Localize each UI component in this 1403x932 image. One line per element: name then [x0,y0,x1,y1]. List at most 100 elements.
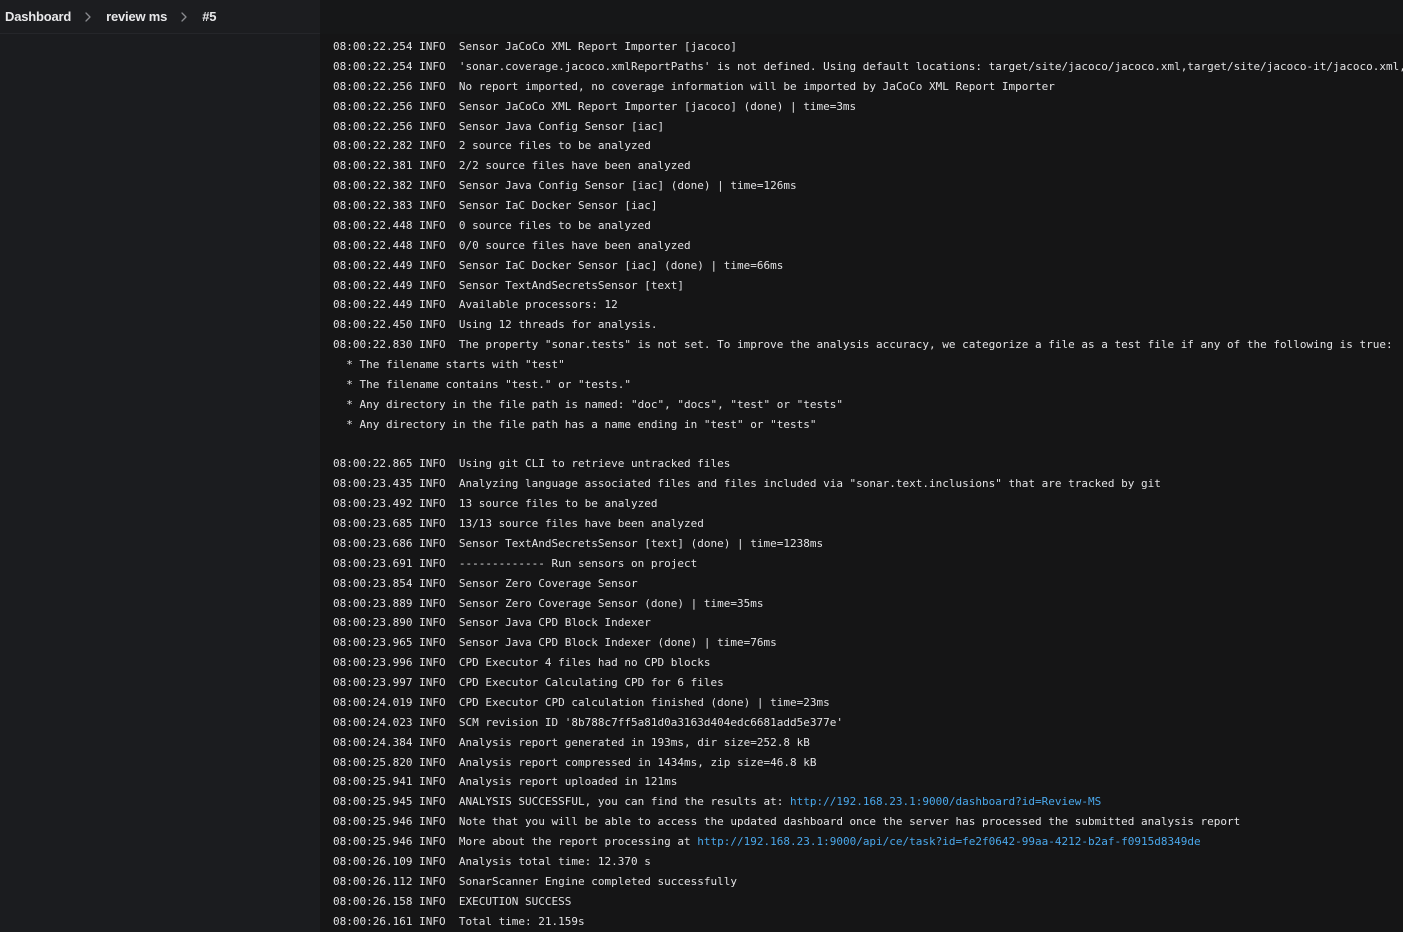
log-line: 08:00:23.854 INFO Sensor Zero Coverage S… [333,574,1403,594]
log-line: 08:00:22.448 INFO 0/0 source files have … [333,236,1403,256]
log-line-text: 08:00:22.449 INFO Sensor IaC Docker Sens… [333,258,784,272]
chevron-right-icon [82,11,94,23]
log-line-text: 08:00:25.945 INFO ANALYSIS SUCCESSFUL, y… [333,795,790,809]
log-line-text: 08:00:23.889 INFO Sensor Zero Coverage S… [333,596,764,610]
log-line: 08:00:24.023 INFO SCM revision ID '8b788… [333,713,1403,733]
log-line-text: 08:00:24.023 INFO SCM revision ID '8b788… [333,715,843,729]
log-line-text: 08:00:22.256 INFO No report imported, no… [333,79,1055,93]
log-line-text: 08:00:26.109 INFO Analysis total time: 1… [333,854,651,868]
log-line: 08:00:26.161 INFO Total time: 21.159s [333,912,1403,932]
log-line-text: * The filename starts with "test" [333,358,565,371]
log-line: * The filename contains "test." or "test… [333,375,1403,395]
log-line-text: 08:00:23.685 INFO 13/13 source files hav… [333,517,704,530]
log-line-text: 08:00:23.691 INFO ------------- Run sens… [333,556,698,570]
log-line: 08:00:23.691 INFO ------------- Run sens… [333,554,1403,574]
log-line-text: 08:00:22.448 INFO 0/0 source files have … [333,238,691,252]
log-line-text: 08:00:23.996 INFO CPD Executor 4 files h… [333,656,711,670]
log-line-text: * Any directory in the file path is name… [333,397,843,411]
log-link[interactable]: http://192.168.23.1:9000/api/ce/task?id=… [697,835,1200,848]
log-line-text: 08:00:26.112 INFO SonarScanner Engine co… [333,874,737,888]
log-line-text: 08:00:22.449 INFO Available processors: … [333,298,618,312]
log-line-text: * The filename contains "test." or "test… [333,377,632,391]
breadcrumb: Dashboard review ms #5 [0,0,320,34]
log-line-text: 08:00:22.256 INFO Sensor Java Config Sen… [333,119,665,133]
log-line-text: 08:00:22.254 INFO Sensor JaCoCo XML Repo… [333,40,737,53]
log-line-text: 08:00:22.382 INFO Sensor Java Config Sen… [333,179,797,193]
log-line: 08:00:22.382 INFO Sensor Java Config Sen… [333,176,1403,196]
log-line-text: 08:00:22.450 INFO Using 12 threads for a… [333,318,658,332]
log-line: 08:00:22.865 INFO Using git CLI to retri… [333,454,1403,474]
log-link[interactable]: http://192.168.23.1:9000/dashboard?id=Re… [790,795,1101,808]
log-line: 08:00:26.158 INFO EXECUTION SUCCESS [333,892,1403,912]
log-line: 08:00:22.449 INFO Sensor TextAndSecretsS… [333,276,1403,296]
log-line: 08:00:22.830 INFO The property "sonar.te… [333,335,1403,355]
log-line-text: 08:00:23.997 INFO CPD Executor Calculati… [333,676,724,689]
log-line-text: 08:00:23.890 INFO Sensor Java CPD Block … [333,616,651,630]
log-line: 08:00:22.256 INFO Sensor JaCoCo XML Repo… [333,97,1403,117]
log-line: 08:00:22.449 INFO Sensor IaC Docker Sens… [333,256,1403,276]
log-line: 08:00:22.449 INFO Available processors: … [333,295,1403,315]
log-line: 08:00:23.435 INFO Analyzing language ass… [333,474,1403,494]
log-line: 08:00:25.946 INFO More about the report … [333,832,1403,852]
breadcrumb-build[interactable]: #5 [202,9,216,24]
console-log: 08:00:22.254 INFO Sensor JaCoCo XML Repo… [333,37,1403,931]
log-line-text: 08:00:22.381 INFO 2/2 source files have … [333,159,691,173]
log-line: 08:00:26.112 INFO SonarScanner Engine co… [333,872,1403,892]
console-header [320,0,1403,34]
console-output: 08:00:22.254 INFO Sensor JaCoCo XML Repo… [320,0,1403,932]
log-line: 08:00:26.109 INFO Analysis total time: 1… [333,852,1403,872]
log-line: 08:00:22.254 INFO 'sonar.coverage.jacoco… [333,57,1403,77]
log-line: * The filename starts with "test" [333,355,1403,375]
log-line-text: 08:00:22.256 INFO Sensor JaCoCo XML Repo… [333,99,857,113]
log-line: 08:00:22.383 INFO Sensor IaC Docker Sens… [333,196,1403,216]
log-line: 08:00:25.941 INFO Analysis report upload… [333,772,1403,792]
log-line-text: 08:00:22.830 INFO The property "sonar.te… [333,338,1393,352]
log-line: 08:00:23.996 INFO CPD Executor 4 files h… [333,653,1403,673]
log-line: 08:00:23.492 INFO 13 source files to be … [333,494,1403,514]
breadcrumb-dashboard[interactable]: Dashboard [5,9,71,24]
chevron-right-icon [178,11,190,23]
log-line-text: 08:00:25.941 INFO Analysis report upload… [333,775,678,789]
log-line: 08:00:23.890 INFO Sensor Java CPD Block … [333,613,1403,633]
log-line: 08:00:24.384 INFO Analysis report genera… [333,733,1403,753]
log-line: 08:00:22.256 INFO No report imported, no… [333,77,1403,97]
log-line-text: 08:00:26.158 INFO EXECUTION SUCCESS [333,894,572,908]
log-line-text: 08:00:22.865 INFO Using git CLI to retri… [333,457,731,471]
log-line: 08:00:22.381 INFO 2/2 source files have … [333,156,1403,176]
log-line-text: 08:00:23.854 INFO Sensor Zero Coverage S… [333,576,638,590]
log-line: 08:00:22.254 INFO Sensor JaCoCo XML Repo… [333,37,1403,57]
log-line: 08:00:22.450 INFO Using 12 threads for a… [333,315,1403,335]
log-line-text: 08:00:24.019 INFO CPD Executor CPD calcu… [333,695,830,709]
log-line: 08:00:25.820 INFO Analysis report compre… [333,753,1403,773]
log-line-text: 08:00:25.946 INFO More about the report … [333,835,698,848]
log-line-text: 08:00:23.435 INFO Analyzing language ass… [333,477,1161,491]
log-line-text: 08:00:23.686 INFO Sensor TextAndSecretsS… [333,536,824,550]
log-line: 08:00:24.019 INFO CPD Executor CPD calcu… [333,693,1403,713]
log-line: 08:00:25.946 INFO Note that you will be … [333,812,1403,832]
log-line: * Any directory in the file path has a n… [333,415,1403,435]
log-line-text: 08:00:22.254 INFO 'sonar.coverage.jacoco… [333,59,1403,73]
breadcrumb-job[interactable]: review ms [106,9,167,24]
log-line-text: 08:00:22.449 INFO Sensor TextAndSecretsS… [333,278,684,292]
log-line-text: 08:00:22.448 INFO 0 source files to be a… [333,218,651,232]
log-line-text: 08:00:26.161 INFO Total time: 21.159s [333,914,585,928]
sidebar [0,34,320,932]
log-line: 08:00:23.965 INFO Sensor Java CPD Block … [333,633,1403,653]
log-line: * Any directory in the file path is name… [333,395,1403,415]
log-line: 08:00:25.945 INFO ANALYSIS SUCCESSFUL, y… [333,792,1403,812]
log-line-text: * Any directory in the file path has a n… [333,417,817,431]
log-line: 08:00:23.685 INFO 13/13 source files hav… [333,514,1403,534]
log-line: 08:00:22.448 INFO 0 source files to be a… [333,216,1403,236]
log-line: 08:00:22.282 INFO 2 source files to be a… [333,136,1403,156]
log-line-text: 08:00:22.282 INFO 2 source files to be a… [333,139,651,153]
log-line-text: 08:00:23.965 INFO Sensor Java CPD Block … [333,636,777,650]
log-line-text: 08:00:24.384 INFO Analysis report genera… [333,735,810,749]
log-line: 08:00:23.997 INFO CPD Executor Calculati… [333,673,1403,693]
log-line-text: 08:00:22.383 INFO Sensor IaC Docker Sens… [333,199,658,212]
log-line: 08:00:23.889 INFO Sensor Zero Coverage S… [333,594,1403,614]
log-line-text: 08:00:25.820 INFO Analysis report compre… [333,755,817,769]
log-line: 08:00:22.256 INFO Sensor Java Config Sen… [333,117,1403,137]
log-line-text: 08:00:25.946 INFO Note that you will be … [333,815,1241,829]
log-line-text: 08:00:23.492 INFO 13 source files to be … [333,497,658,511]
